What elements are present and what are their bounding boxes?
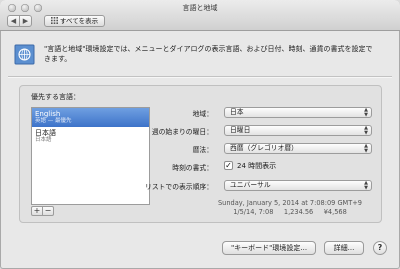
header-divider: [8, 76, 392, 78]
language-subtitle: 日本語: [35, 137, 52, 143]
popup-arrows-icon: ▲ ▼: [364, 180, 368, 191]
forward-button[interactable]: ▶: [19, 15, 32, 27]
back-arrow-icon: ◀: [10, 17, 17, 25]
remove-language-button[interactable]: −: [42, 206, 54, 216]
preferences-description: "言語と地域"環境設定では、メニューとダイアログの表示言語、および日付、時刻、通…: [44, 45, 373, 63]
language-item-japanese[interactable]: 日本語 日本語: [32, 127, 149, 146]
calendar-label: 暦法：: [192, 146, 213, 154]
language-item-english[interactable]: English 英語 — 最優先: [32, 108, 149, 127]
preferences-window: 言語と地域 ◀ ▶ すべてを表示 "言語と地域"環境設定では、メニューとダイアロ…: [0, 0, 400, 269]
calendar-value: 西暦（グレゴリオ暦）: [230, 144, 298, 152]
first-day-label: 週の始まりの曜日：: [151, 128, 213, 136]
region-value: 日本: [230, 108, 244, 116]
keyboard-preferences-button[interactable]: "キーボード"環境設定...: [222, 241, 316, 255]
window-title: 言語と地域: [182, 4, 218, 12]
sort-order-label: リストでの表示順序：: [145, 183, 213, 191]
un-flag-icon: [14, 44, 35, 65]
preferred-languages-label: 優先する言語：: [31, 93, 80, 101]
title-bar: 言語と地域 ◀ ▶ すべてを表示: [0, 0, 400, 31]
sample-number-line: 1/5/14, 7:08 1,234.56 ¥4,568: [233, 208, 347, 216]
24-hour-label[interactable]: 24 時間表示: [237, 161, 276, 171]
language-name: 日本語: [35, 129, 56, 137]
preferred-languages-list[interactable]: English 英語 — 最優先 日本語 日本語: [31, 107, 150, 205]
forward-arrow-icon: ▶: [22, 17, 29, 25]
first-day-value: 日曜日: [230, 126, 251, 134]
sample-date-line: Sunday, January 5, 2014 at 7:08:09 GMT+9: [217, 199, 362, 207]
sort-order-value: ユニバーサル: [230, 181, 271, 189]
language-name: English: [35, 110, 61, 118]
language-subtitle: 英語 — 最優先: [35, 118, 72, 124]
region-popup[interactable]: 日本 ▲ ▼: [224, 107, 372, 118]
grid-icon: [50, 17, 58, 24]
help-button[interactable]: ?: [373, 241, 387, 255]
region-label: 地域：: [192, 110, 213, 118]
show-all-label: すべてを表示: [59, 17, 99, 25]
sort-order-popup[interactable]: ユニバーサル ▲ ▼: [224, 180, 372, 191]
advanced-button[interactable]: 詳細...: [324, 241, 364, 255]
checkmark-icon: ✓: [225, 161, 232, 170]
calendar-popup[interactable]: 西暦（グレゴリオ暦） ▲ ▼: [224, 143, 372, 154]
time-format-label: 時刻の書式：: [172, 164, 213, 172]
24-hour-checkbox[interactable]: ✓: [224, 161, 233, 170]
popup-arrows-icon: ▲ ▼: [364, 107, 368, 118]
show-all-button[interactable]: すべてを表示: [44, 15, 105, 27]
popup-arrows-icon: ▲ ▼: [364, 125, 368, 136]
first-day-popup[interactable]: 日曜日 ▲ ▼: [224, 125, 372, 136]
popup-arrows-icon: ▲ ▼: [364, 143, 368, 154]
